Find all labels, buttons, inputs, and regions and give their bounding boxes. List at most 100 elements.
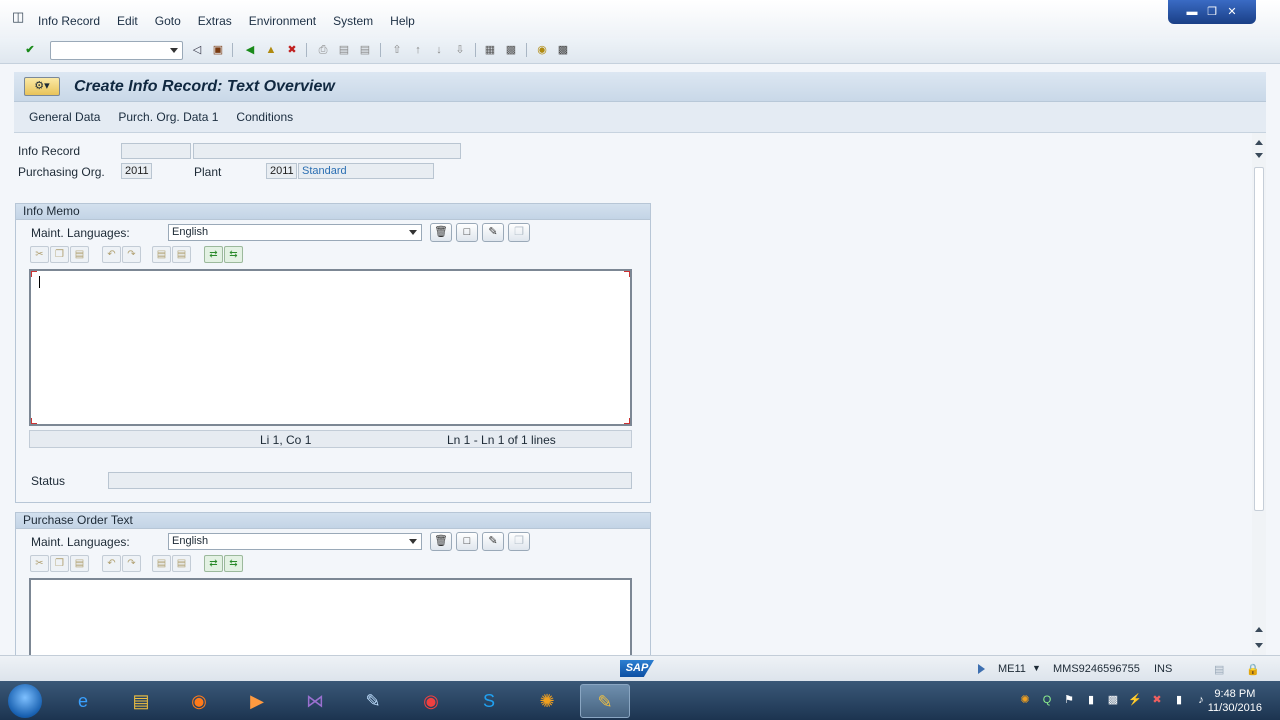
clock[interactable]: 9:48 PM 11/30/2016 bbox=[1208, 687, 1262, 715]
sap-gui-icon[interactable]: ✎ bbox=[580, 684, 630, 718]
q-tray-icon[interactable]: Q bbox=[1040, 693, 1054, 707]
copy-icon[interactable]: ❐ bbox=[50, 555, 69, 572]
undo-icon[interactable]: ↶ bbox=[102, 246, 121, 263]
edit-icon[interactable]: ✎ bbox=[482, 223, 504, 242]
volume-icon[interactable]: ♪ bbox=[1194, 693, 1208, 707]
scroll-up-icon[interactable] bbox=[1255, 140, 1263, 145]
copy-text-icon[interactable]: ❐ bbox=[508, 532, 530, 551]
file-explorer-icon[interactable]: ▤ bbox=[116, 684, 166, 718]
signal-icon[interactable]: ▩ bbox=[1106, 693, 1120, 707]
title-menu-button[interactable]: ⚙▾ bbox=[24, 77, 60, 96]
find-next-icon[interactable]: ▤ bbox=[357, 42, 373, 58]
sap-logon-icon[interactable]: ✺ bbox=[522, 684, 572, 718]
next-page-icon[interactable]: ↓ bbox=[431, 42, 447, 58]
conditions-button[interactable]: Conditions bbox=[236, 110, 293, 124]
help-icon[interactable]: ◉ bbox=[534, 42, 550, 58]
menu-environment[interactable]: Environment bbox=[249, 14, 316, 28]
save-icon[interactable]: ▣ bbox=[210, 42, 226, 58]
restore-icon[interactable]: ❐ bbox=[1204, 5, 1220, 19]
system-menu-icon[interactable]: ◫ bbox=[12, 10, 26, 23]
menu-info-record[interactable]: Info Record bbox=[38, 14, 100, 28]
menu-help[interactable]: Help bbox=[390, 14, 415, 28]
skype-icon[interactable]: S bbox=[464, 684, 514, 718]
start-button[interactable] bbox=[8, 684, 42, 718]
edit-icon[interactable]: ✎ bbox=[482, 532, 504, 551]
import-icon[interactable]: ⇄ bbox=[204, 555, 223, 572]
enter-icon[interactable]: ✔ bbox=[22, 42, 38, 58]
minimize-icon[interactable]: ▬ bbox=[1184, 5, 1200, 19]
plant-field[interactable]: 2011 bbox=[266, 163, 297, 179]
sap-tray-icon[interactable]: ✺ bbox=[1018, 693, 1032, 707]
layout-menu-icon[interactable]: ▩ bbox=[555, 42, 571, 58]
delete-icon[interactable]: 🗑 bbox=[430, 532, 452, 551]
menu-edit[interactable]: Edit bbox=[117, 14, 138, 28]
flag-icon[interactable]: ⚑ bbox=[1062, 693, 1076, 707]
copy-text-icon[interactable]: ❐ bbox=[508, 223, 530, 242]
find-replace-icon[interactable]: ▤ bbox=[172, 555, 191, 572]
redo-icon[interactable]: ↷ bbox=[122, 246, 141, 263]
info-memo-editor[interactable] bbox=[29, 269, 632, 426]
shortcut-icon[interactable]: ▩ bbox=[503, 42, 519, 58]
cut-icon[interactable]: ✂ bbox=[30, 555, 49, 572]
chrome-icon[interactable]: ◉ bbox=[406, 684, 456, 718]
close-icon[interactable]: ✕ bbox=[1224, 5, 1240, 19]
chevron-down-icon[interactable]: ▼ bbox=[1032, 663, 1041, 673]
exit-icon[interactable]: ▲ bbox=[263, 42, 279, 58]
export-icon[interactable]: ⇆ bbox=[224, 555, 243, 572]
first-page-icon[interactable]: ⇧ bbox=[389, 42, 405, 58]
new-document-icon[interactable]: □ bbox=[456, 532, 478, 551]
import-icon[interactable]: ⇄ bbox=[204, 246, 223, 263]
previous-page-icon[interactable]: ↑ bbox=[410, 42, 426, 58]
undo-icon[interactable]: ↶ bbox=[102, 555, 121, 572]
scroll-thumb[interactable] bbox=[1254, 167, 1264, 511]
language-select[interactable]: English bbox=[168, 533, 422, 550]
export-icon[interactable]: ⇆ bbox=[224, 246, 243, 263]
play-icon[interactable] bbox=[978, 664, 985, 674]
menu-bar: ◫ Info Record Edit Goto Extras Environme… bbox=[0, 0, 1280, 38]
cut-icon[interactable]: ✂ bbox=[30, 246, 49, 263]
last-page-icon[interactable]: ⇩ bbox=[452, 42, 468, 58]
back-icon[interactable]: ◀ bbox=[242, 42, 258, 58]
cancel-icon[interactable]: ✖ bbox=[284, 42, 300, 58]
paste-icon[interactable]: ▤ bbox=[70, 555, 89, 572]
network-icon[interactable]: ▮ bbox=[1084, 693, 1098, 707]
menu-goto[interactable]: Goto bbox=[155, 14, 181, 28]
purch-org-data-button[interactable]: Purch. Org. Data 1 bbox=[118, 110, 218, 124]
status-label: Status bbox=[31, 474, 66, 488]
menu-system[interactable]: System bbox=[333, 14, 373, 28]
visual-studio-icon[interactable]: ⋈ bbox=[290, 684, 340, 718]
redo-icon[interactable]: ↷ bbox=[122, 555, 141, 572]
menu-extras[interactable]: Extras bbox=[198, 14, 232, 28]
command-field[interactable] bbox=[50, 41, 183, 60]
find-text-icon[interactable]: ▤ bbox=[152, 246, 171, 263]
new-document-icon[interactable]: □ bbox=[456, 223, 478, 242]
media-player-icon[interactable]: ▶ bbox=[232, 684, 282, 718]
scroll-down-icon[interactable] bbox=[1255, 643, 1263, 648]
clock-date: 11/30/2016 bbox=[1207, 702, 1262, 714]
print-icon[interactable]: ⎙ bbox=[315, 42, 331, 58]
editor-corner bbox=[31, 271, 37, 277]
new-session-icon[interactable]: ▦ bbox=[482, 42, 498, 58]
battery-icon[interactable]: ▮ bbox=[1172, 693, 1186, 707]
paste-icon[interactable]: ▤ bbox=[70, 246, 89, 263]
find-replace-icon[interactable]: ▤ bbox=[172, 246, 191, 263]
transaction-code[interactable]: ME11 bbox=[998, 663, 1026, 675]
notepad-icon[interactable]: ✎ bbox=[348, 684, 398, 718]
purchasing-org-field[interactable]: 2011 bbox=[121, 163, 152, 179]
scroll-down-icon[interactable] bbox=[1255, 153, 1263, 158]
general-data-button[interactable]: General Data bbox=[29, 110, 100, 124]
scroll-up-icon[interactable] bbox=[1255, 627, 1263, 632]
vertical-scrollbar[interactable] bbox=[1252, 133, 1266, 655]
power-icon[interactable]: ⚡ bbox=[1128, 693, 1142, 707]
firefox-icon[interactable]: ◉ bbox=[174, 684, 224, 718]
alert-icon[interactable]: ✖ bbox=[1150, 693, 1164, 707]
internet-explorer-icon[interactable]: e bbox=[58, 684, 108, 718]
find-icon[interactable]: ▤ bbox=[336, 42, 352, 58]
po-text-editor[interactable] bbox=[29, 578, 632, 655]
copy-icon[interactable]: ❐ bbox=[50, 246, 69, 263]
language-select[interactable]: English bbox=[168, 224, 422, 241]
delete-icon[interactable]: 🗑 bbox=[430, 223, 452, 242]
find-text-icon[interactable]: ▤ bbox=[152, 555, 171, 572]
back-triangle-icon[interactable]: ◁ bbox=[189, 42, 205, 58]
info-record-field[interactable] bbox=[121, 143, 191, 159]
